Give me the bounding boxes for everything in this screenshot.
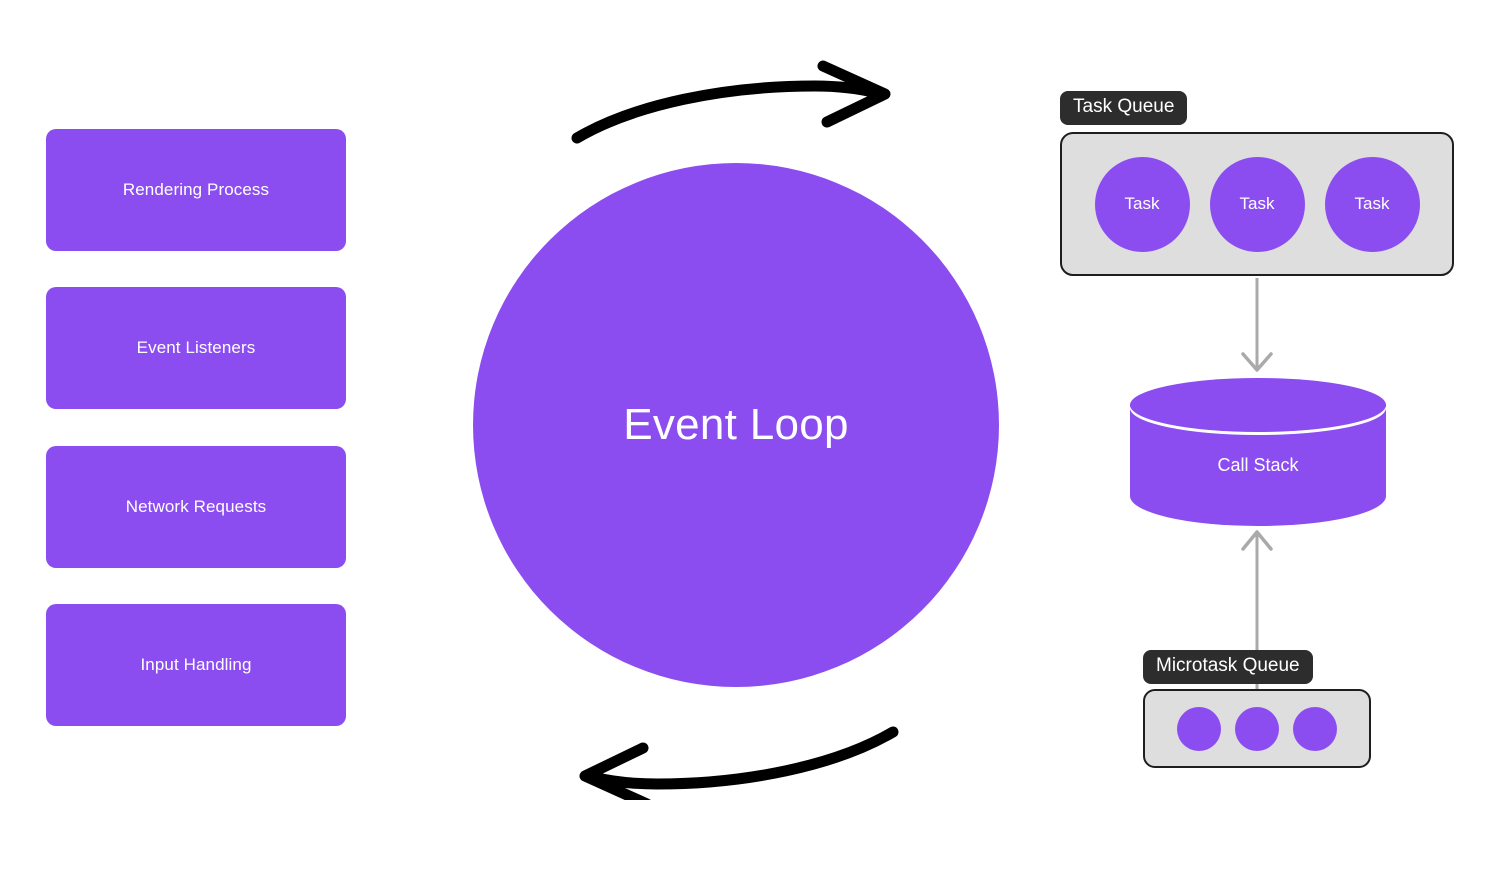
microtask-dot[interactable]: [1235, 706, 1279, 751]
event-loop-label: Event Loop: [623, 400, 849, 449]
task-queue-box[interactable]: Task Task Task: [1060, 132, 1454, 276]
call-stack-text-wrap: Call Stack: [1130, 378, 1386, 526]
process-box-label: Input Handling: [140, 654, 252, 674]
task-circle[interactable]: Task: [1094, 156, 1190, 252]
call-stack-cylinder[interactable]: Call Stack: [1130, 378, 1386, 526]
microtask-dot[interactable]: [1293, 706, 1337, 751]
arrow-down-icon: [1241, 278, 1273, 372]
event-loop-circle[interactable]: Event Loop: [473, 163, 999, 687]
task-circle-label: Task: [1239, 194, 1275, 213]
task-circle-label: Task: [1354, 194, 1390, 213]
counter-flow-arrow-icon: [579, 726, 899, 800]
process-box-label: Network Requests: [125, 496, 267, 516]
process-box-label: Event Listeners: [136, 337, 256, 357]
call-stack-label: Call Stack: [1217, 454, 1299, 475]
process-box-network-requests[interactable]: Network Requests: [46, 446, 346, 568]
clockwise-flow-arrow-icon: [571, 60, 891, 144]
task-queue-label: Task Queue: [1060, 91, 1188, 125]
diagram-canvas: Rendering Process Event Listeners Networ…: [0, 0, 1510, 870]
task-circle-label: Task: [1124, 194, 1160, 213]
task-circle[interactable]: Task: [1324, 156, 1420, 252]
process-box-input-handling[interactable]: Input Handling: [46, 604, 346, 726]
process-box-label: Rendering Process: [122, 179, 270, 199]
process-box-event-listeners[interactable]: Event Listeners: [46, 287, 346, 409]
process-box-rendering-process[interactable]: Rendering Process: [46, 129, 346, 251]
microtask-queue-label: Microtask Queue: [1143, 650, 1313, 684]
microtask-queue-box[interactable]: [1143, 689, 1371, 768]
microtask-dot[interactable]: [1177, 706, 1221, 751]
task-circle[interactable]: Task: [1209, 156, 1305, 252]
